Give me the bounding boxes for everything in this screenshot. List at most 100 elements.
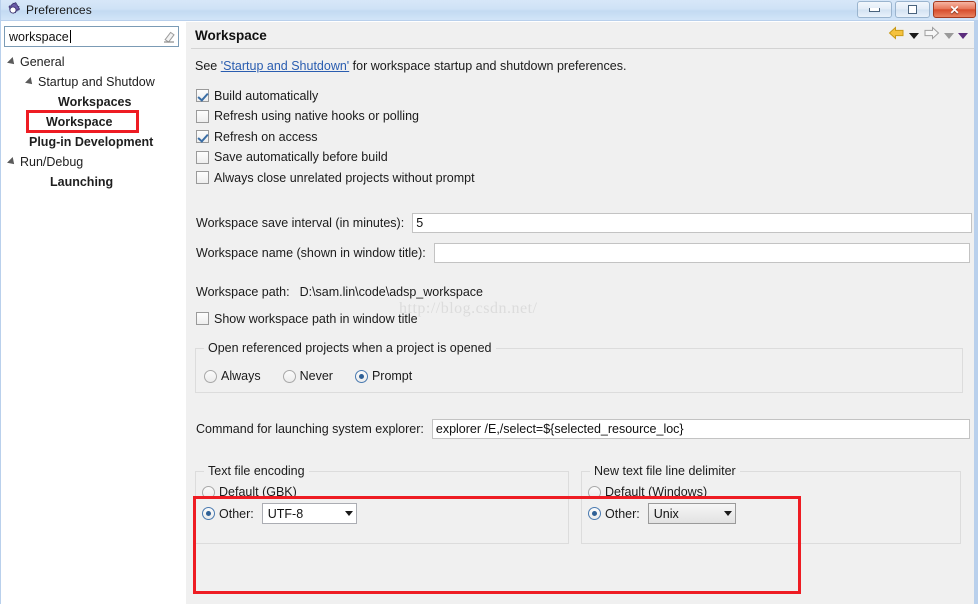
radio-row-delimiter-other[interactable]: Other: Unix bbox=[588, 503, 960, 524]
page-title: Workspace bbox=[195, 27, 267, 43]
back-arrow-icon[interactable] bbox=[888, 26, 905, 45]
window-titlebar: Preferences ✕ bbox=[1, 0, 978, 21]
radio-never[interactable] bbox=[282, 369, 296, 383]
radio-row-never[interactable]: Never bbox=[282, 369, 333, 383]
radio-delimiter-other[interactable] bbox=[588, 507, 601, 520]
tree-item-label: General bbox=[20, 55, 65, 69]
radio-row-encoding-other[interactable]: Other: UTF-8 bbox=[202, 503, 568, 524]
checkbox-label: Save automatically before build bbox=[214, 150, 388, 164]
save-interval-input[interactable]: 5 bbox=[412, 213, 973, 233]
close-icon: ✕ bbox=[949, 2, 960, 17]
group-title: New text file line delimiter bbox=[590, 464, 740, 478]
radio-always[interactable] bbox=[204, 369, 217, 383]
checkbox-label: Refresh on access bbox=[214, 129, 318, 144]
checkbox-row-build-automatically[interactable]: Build automatically bbox=[196, 86, 974, 105]
expand-arrow-icon[interactable] bbox=[25, 77, 35, 87]
tree-item-launching[interactable]: Launching bbox=[1, 172, 186, 192]
preferences-tree[interactable]: General Startup and Shutdow Workspaces W… bbox=[1, 52, 186, 192]
page-nav-tools bbox=[888, 26, 968, 45]
tree-item-label: Run/Debug bbox=[20, 155, 84, 169]
preferences-dialog: Preferences ✕ workspace General Startup … bbox=[0, 0, 978, 604]
view-menu-chevron-down-icon[interactable] bbox=[958, 32, 968, 39]
checkbox-build-automatically[interactable] bbox=[196, 89, 209, 102]
expand-arrow-icon[interactable] bbox=[7, 57, 17, 67]
hint-prefix: See bbox=[195, 59, 221, 73]
encoding-combobox[interactable]: UTF-8 bbox=[261, 503, 357, 524]
workspace-path-value: D:\sam.lin\code\adsp_workspace bbox=[299, 285, 484, 299]
radio-label: Never bbox=[299, 369, 333, 383]
radio-row-delimiter-default[interactable]: Default (Windows) bbox=[588, 485, 960, 499]
delimiter-combobox[interactable]: Unix bbox=[647, 503, 736, 524]
startup-shutdown-hint: See 'Startup and Shutdown' for workspace… bbox=[195, 59, 974, 73]
preferences-gear-icon bbox=[5, 2, 21, 18]
workspace-name-label: Workspace name (shown in window title): bbox=[196, 246, 426, 260]
workspace-name-row: Workspace name (shown in window title): bbox=[196, 243, 974, 263]
radio-row-always[interactable]: Always bbox=[204, 369, 261, 383]
command-explorer-row: Command for launching system explorer: e… bbox=[196, 419, 974, 439]
checkbox-show-workspace-path[interactable] bbox=[196, 312, 209, 325]
tree-item-general[interactable]: General bbox=[1, 52, 186, 72]
tree-item-label: Startup and Shutdow bbox=[38, 75, 155, 89]
workspace-preference-page: Workspace See 'Startup and Shutdown' for… bbox=[191, 22, 974, 604]
checkbox-row-refresh-on-access[interactable]: Refresh on access bbox=[196, 127, 974, 146]
radio-encoding-default[interactable] bbox=[202, 485, 215, 499]
minimize-icon bbox=[869, 7, 880, 12]
save-interval-row: Workspace save interval (in minutes): 5 bbox=[196, 213, 974, 233]
checkbox-row-save-before-build[interactable]: Save automatically before build bbox=[196, 148, 974, 167]
save-interval-label: Workspace save interval (in minutes): bbox=[196, 216, 405, 230]
minimize-button[interactable] bbox=[857, 1, 892, 18]
workspace-name-input[interactable] bbox=[433, 243, 970, 263]
startup-and-shutdown-link[interactable]: 'Startup and Shutdown' bbox=[221, 59, 349, 73]
checkbox-refresh-on-access[interactable] bbox=[196, 130, 209, 143]
checkbox-save-before-build[interactable] bbox=[196, 150, 209, 164]
command-explorer-input[interactable]: explorer /E,/select=${selected_resource_… bbox=[431, 419, 970, 439]
checkbox-row-refresh-native-hooks[interactable]: Refresh using native hooks or polling bbox=[196, 107, 974, 126]
radio-row-prompt[interactable]: Prompt bbox=[354, 369, 413, 383]
radio-label: Default (Windows) bbox=[605, 485, 708, 499]
checkbox-label: Refresh using native hooks or polling bbox=[214, 109, 419, 123]
checkbox-row-close-unrelated-projects[interactable]: Always close unrelated projects without … bbox=[196, 168, 974, 187]
chevron-down-icon[interactable] bbox=[344, 511, 353, 516]
close-button[interactable]: ✕ bbox=[933, 1, 976, 18]
radio-label: Prompt bbox=[371, 369, 413, 383]
checkbox-refresh-native-hooks[interactable] bbox=[196, 109, 209, 123]
radio-row-encoding-default[interactable]: Default (GBK) bbox=[202, 485, 568, 499]
group-title: Open referenced projects when a project … bbox=[204, 341, 496, 355]
radio-prompt[interactable] bbox=[354, 369, 368, 383]
tree-item-workspace[interactable]: Workspace bbox=[1, 112, 186, 132]
tree-item-workspaces[interactable]: Workspaces bbox=[1, 92, 186, 112]
chevron-down-icon[interactable] bbox=[723, 511, 732, 516]
checkbox-close-unrelated-projects[interactable] bbox=[196, 171, 209, 184]
checkbox-label: Always close unrelated projects without … bbox=[214, 170, 475, 185]
checkbox-row-show-workspace-path[interactable]: Show workspace path in window title bbox=[196, 309, 974, 328]
search-input[interactable]: workspace bbox=[5, 29, 160, 44]
forward-history-chevron-down-icon[interactable] bbox=[944, 32, 954, 39]
workspace-path-label: Workspace path: bbox=[196, 285, 290, 299]
expand-arrow-icon[interactable] bbox=[7, 157, 17, 167]
radio-label: Other: bbox=[605, 506, 640, 521]
forward-arrow-icon[interactable] bbox=[923, 26, 940, 45]
checkbox-label: Show workspace path in window title bbox=[214, 311, 418, 326]
restore-button[interactable] bbox=[895, 1, 930, 18]
radio-label: Always bbox=[221, 369, 261, 383]
checkbox-label: Build automatically bbox=[214, 88, 319, 103]
radio-label: Other: bbox=[219, 506, 254, 521]
tree-item-startup-and-shutdown[interactable]: Startup and Shutdow bbox=[1, 72, 186, 92]
filter-search-box[interactable]: workspace bbox=[4, 26, 179, 47]
workspace-path-row: Workspace path: D:\sam.lin\code\adsp_wor… bbox=[196, 285, 974, 299]
hint-suffix: for workspace startup and shutdown prefe… bbox=[349, 59, 627, 73]
tree-item-plug-in-development[interactable]: Plug-in Development bbox=[1, 132, 186, 152]
radio-encoding-other[interactable] bbox=[202, 507, 215, 520]
open-referenced-projects-group: Open referenced projects when a project … bbox=[195, 341, 963, 393]
encoding-combobox-value: UTF-8 bbox=[267, 506, 304, 521]
encoding-section: Text file encoding Default (GBK) Other: … bbox=[195, 464, 974, 544]
back-history-chevron-down-icon[interactable] bbox=[909, 32, 919, 39]
radio-delimiter-default[interactable] bbox=[588, 485, 601, 499]
clear-search-eraser-icon[interactable] bbox=[160, 30, 178, 43]
text-file-encoding-group: Text file encoding Default (GBK) Other: … bbox=[195, 464, 569, 544]
tree-item-label: Plug-in Development bbox=[29, 135, 154, 149]
window-controls: ✕ bbox=[857, 1, 976, 18]
tree-item-run-debug[interactable]: Run/Debug bbox=[1, 152, 186, 172]
tree-item-label: Workspace bbox=[46, 115, 113, 129]
window-title: Preferences bbox=[26, 3, 92, 17]
